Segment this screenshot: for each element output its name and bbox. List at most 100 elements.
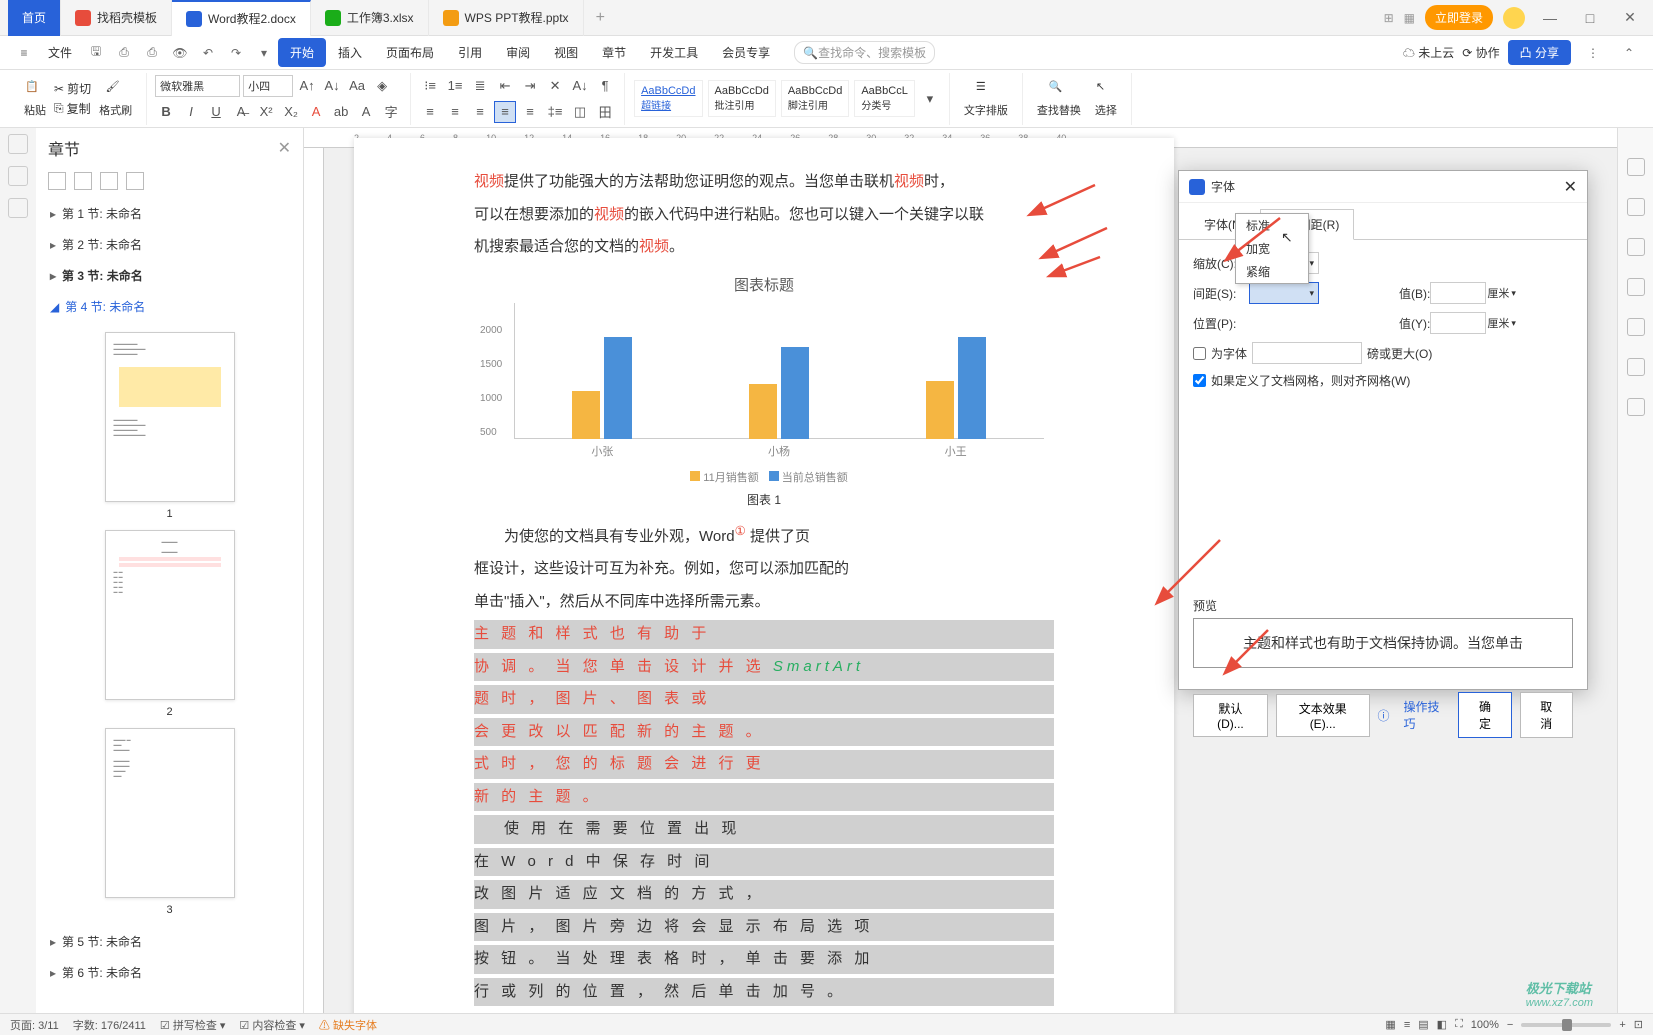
command-search[interactable]: 🔍 查找命令、搜索模板 [794,41,935,64]
assistant-icon[interactable] [1627,158,1645,176]
paste-button[interactable]: 📋粘贴 [18,78,52,120]
ribbon-tab-vip[interactable]: 会员专享 [710,38,782,67]
more-tool-icon[interactable] [1627,358,1645,376]
style-footnote[interactable]: AaBbCcDd脚注引用 [781,80,849,117]
spacing-option-standard[interactable]: 标准 [1236,214,1308,237]
outline-icon[interactable] [8,134,28,154]
minimize-button[interactable]: — [1535,10,1565,26]
close-button[interactable]: ✕ [1615,9,1645,26]
bold-button[interactable]: B [155,101,177,123]
login-button[interactable]: 立即登录 [1425,5,1493,30]
redo-icon[interactable]: ↷ [224,41,248,65]
page-thumbnail-1[interactable]: ▬▬▬▬▬▬▬▬▬▬▬▬▬▬▬▬▬▬▬▬▬▬▬▬▬▬▬▬▬▬▬▬▬▬▬▬▬▬▬▬… [105,332,235,502]
ribbon-tab-references[interactable]: 引用 [446,38,494,67]
kerning-value[interactable] [1252,342,1362,364]
increase-indent-button[interactable]: ⇥ [519,75,541,97]
ribbon-tab-review[interactable]: 审阅 [494,38,542,67]
value-b-spinner[interactable] [1430,282,1486,304]
snap-grid-checkbox[interactable] [1193,374,1206,387]
avatar[interactable] [1503,7,1525,29]
remove-icon[interactable] [126,172,144,190]
subscript-button[interactable]: X₂ [280,101,302,123]
expand-icon[interactable] [48,172,66,190]
save-icon[interactable]: 🖫 [84,41,108,65]
align-justify-button[interactable]: ≡ [494,101,516,123]
cancel-button[interactable]: 取消 [1520,692,1573,738]
text-layout-button[interactable]: ☰文字排版 [958,78,1014,120]
coop-button[interactable]: ⟳ 协作 [1462,44,1499,61]
spacing-option-condensed[interactable]: 紧缩 [1236,260,1308,283]
clear-format-button[interactable]: ◈ [371,75,393,97]
view-read-icon[interactable]: ◧ [1437,1018,1447,1031]
text-effect-button[interactable]: 文本效果(E)... [1276,694,1370,737]
ribbon-tab-view[interactable]: 视图 [542,38,590,67]
font-color-button[interactable]: A [305,101,327,123]
clipboard-tool-icon[interactable] [1627,318,1645,336]
page-thumbnail-3[interactable]: ▬▬▬ ▬▬▬▬▬▬▬▬▬▬▬▬▬▬▬▬▬▬▬▬ [105,728,235,898]
kerning-checkbox[interactable] [1193,347,1206,360]
show-marks-button[interactable]: ¶ [594,75,616,97]
dialog-close-button[interactable]: ✕ [1564,177,1577,197]
font-name-dropdown[interactable]: 微软雅黑 [155,75,240,97]
numbering-button[interactable]: 1≡ [444,75,466,97]
select-tool-icon[interactable] [1627,238,1645,256]
styles-more-button[interactable]: ▾ [919,88,941,110]
italic-button[interactable]: I [180,101,202,123]
underline-button[interactable]: U [205,101,227,123]
search-panel-icon[interactable] [8,198,28,218]
export-icon[interactable]: ⎙ [112,41,136,65]
file-menu[interactable]: 文件 [38,40,82,65]
add-icon[interactable] [100,172,118,190]
chapter-item-1[interactable]: ▸第 1 节: 未命名 [36,198,303,229]
word-count[interactable]: 字数: 176/2411 [73,1017,146,1033]
align-right-button[interactable]: ≡ [469,101,491,123]
more-icon[interactable]: ⋮ [1581,41,1605,65]
strikethrough-button[interactable]: A̶ [230,101,252,123]
bullets-button[interactable]: ⁝≡ [419,75,441,97]
collapse-icon[interactable]: ⌃ [1617,41,1641,65]
embedded-chart[interactable]: 图表标题 500 1000 1500 2000 小张小杨小王 11 [474,274,1054,508]
format-painter-button[interactable]: 🖌格式刷 [93,78,138,120]
zoom-level[interactable]: 100% [1471,1019,1499,1031]
settings-icon[interactable] [1627,398,1645,416]
value-y-spinner[interactable] [1430,312,1486,334]
view-print-icon[interactable]: ▦ [1385,1018,1395,1031]
zoom-slider[interactable] [1521,1023,1611,1027]
collapse-icon[interactable] [74,172,92,190]
page-status[interactable]: 页面: 3/11 [10,1017,59,1033]
unit-b-dropdown[interactable]: 厘米 [1486,282,1536,304]
change-case-button[interactable]: Aa [346,75,368,97]
zoom-in[interactable]: + [1619,1019,1625,1031]
ribbon-tab-layout[interactable]: 页面布局 [374,38,446,67]
highlight-button[interactable]: ab [330,101,352,123]
align-left-button[interactable]: ≡ [419,101,441,123]
menu-icon[interactable]: ≡ [12,41,36,65]
cut-button[interactable]: ✂ 剪切 [54,80,91,97]
tab-docer[interactable]: 找稻壳模板 [61,0,172,36]
chapter-item-2[interactable]: ▸第 2 节: 未命名 [36,229,303,260]
close-panel-button[interactable]: ✕ [278,138,291,158]
ribbon-tab-insert[interactable]: 插入 [326,38,374,67]
zoom-out[interactable]: − [1507,1019,1513,1031]
border-button[interactable]: 田 [594,101,616,123]
font-size-dropdown[interactable]: 小四 [243,75,293,97]
add-tab-button[interactable]: + [584,9,617,27]
fit-icon[interactable]: ⊡ [1634,1018,1643,1031]
char-border-button[interactable]: A [355,101,377,123]
shrink-font-button[interactable]: A↓ [321,75,343,97]
tab-word-doc[interactable]: Word教程2.docx [172,0,311,36]
char-scale-button[interactable]: ✕ [544,75,566,97]
style-comment[interactable]: AaBbCcDd批注引用 [708,80,776,117]
tab-excel[interactable]: 工作簿3.xlsx [311,0,429,36]
apps-icon[interactable]: ▦ [1404,11,1415,25]
unit-y-dropdown[interactable]: 厘米 [1486,312,1536,334]
default-button[interactable]: 默认(D)... [1193,694,1268,737]
cloud-status[interactable]: ☁ 未上云 [1403,44,1454,61]
print-icon[interactable]: ⎙ [140,41,164,65]
style-hyperlink[interactable]: AaBbCcDd超链接 [634,80,702,117]
vertical-ruler[interactable] [304,148,324,1013]
undo-icon[interactable]: ↶ [196,41,220,65]
line-spacing-button[interactable]: ‡≡ [544,101,566,123]
spacing-dropdown[interactable] [1249,282,1319,304]
pen-icon[interactable] [1627,198,1645,216]
